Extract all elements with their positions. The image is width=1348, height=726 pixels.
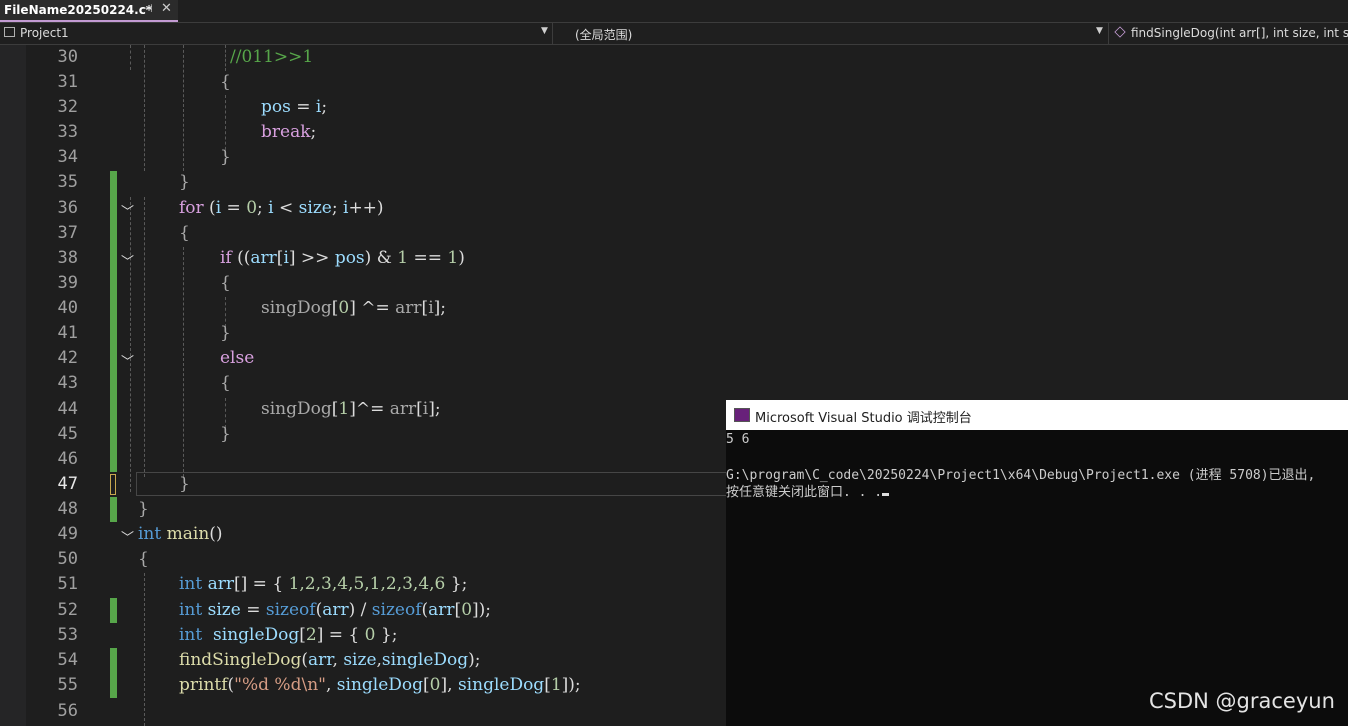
line-number: 41 xyxy=(57,323,78,343)
console-close-hint: 按任意键关闭此窗口. . . xyxy=(726,485,883,500)
code-text: singDog[0] ^= arr[i]; xyxy=(261,298,446,318)
tab-title: FileName20250224.c* xyxy=(4,3,153,17)
code-text: //011>>1 xyxy=(230,47,314,67)
chevron-down-icon: ▼ xyxy=(541,26,548,36)
tab-file[interactable]: FileName20250224.c* ⊣ ✕ xyxy=(0,0,178,22)
code-text: } xyxy=(220,424,231,444)
function-dropdown[interactable]: findSingleDog(int arr[], int size, int s… xyxy=(1109,23,1348,44)
code-text: } xyxy=(138,499,149,519)
console-app-icon xyxy=(734,408,750,422)
code-line: 30 //011>>1 xyxy=(0,45,1348,70)
console-title-bar[interactable]: Microsoft Visual Studio 调试控制台 xyxy=(726,400,1348,430)
code-line: 42 ﹀ else xyxy=(0,346,1348,371)
line-number: 56 xyxy=(57,701,78,721)
scope-label: (全局范围) xyxy=(575,28,633,42)
code-text: int singleDog[2] = { 0 }; xyxy=(179,625,398,645)
console-cursor xyxy=(882,493,890,496)
code-text: } xyxy=(220,147,231,167)
code-text: { xyxy=(179,223,190,243)
line-number: 51 xyxy=(57,574,78,594)
code-text: printf("%d %d\n", singleDog[0], singleDo… xyxy=(179,675,581,695)
chevron-down-icon[interactable]: ﹀ xyxy=(121,201,134,220)
console-output: 5 6 xyxy=(726,432,750,447)
line-number: 54 xyxy=(57,650,78,670)
pin-icon[interactable]: ⊣ xyxy=(143,2,153,15)
line-number: 30 xyxy=(57,47,78,67)
line-number: 36 xyxy=(57,198,78,218)
project-dropdown[interactable]: Project1 ▼ xyxy=(0,23,553,44)
code-line: 41 } xyxy=(0,321,1348,346)
console-close-hint-line: 按任意键关闭此窗口. . . xyxy=(726,481,890,500)
line-number: 49 xyxy=(57,524,78,544)
code-text: } xyxy=(179,474,190,494)
code-text: { xyxy=(220,373,231,393)
line-number: 40 xyxy=(57,298,78,318)
code-text: findSingleDog(arr, size,singleDog); xyxy=(179,650,481,670)
code-text: if ((arr[i] >> pos) & 1 == 1) xyxy=(220,248,465,268)
line-number: 37 xyxy=(57,223,78,243)
code-text: pos = i; xyxy=(261,97,328,117)
console-title: Microsoft Visual Studio 调试控制台 xyxy=(755,411,972,426)
line-number: 38 xyxy=(57,248,78,268)
line-number: 47 xyxy=(57,474,78,494)
line-number: 45 xyxy=(57,424,78,444)
code-line: 36 ﹀ for (i = 0; i < size; i++) xyxy=(0,196,1348,221)
chevron-down-icon: ▼ xyxy=(1096,26,1103,36)
code-text: for (i = 0; i < size; i++) xyxy=(179,198,384,218)
code-line: 43 { xyxy=(0,371,1348,396)
code-line: 40 singDog[0] ^= arr[i]; xyxy=(0,296,1348,321)
chevron-down-icon[interactable]: ﹀ xyxy=(121,351,134,370)
line-number: 50 xyxy=(57,549,78,569)
code-text: { xyxy=(138,549,149,569)
code-text: else xyxy=(220,348,255,368)
code-text: { xyxy=(220,273,231,293)
code-text: } xyxy=(179,172,190,192)
code-text: { xyxy=(220,72,231,92)
code-line: 32 pos = i; xyxy=(0,95,1348,120)
code-text: } xyxy=(220,323,231,343)
code-line: 35 } xyxy=(0,170,1348,195)
watermark: CSDN @graceyun xyxy=(1149,689,1335,713)
project-label: Project1 xyxy=(20,26,69,40)
code-text: int arr[] = { 1,2,3,4,5,1,2,3,4,6 }; xyxy=(179,574,468,594)
chevron-down-icon[interactable]: ﹀ xyxy=(121,527,134,546)
code-line: 34 } xyxy=(0,145,1348,170)
line-number: 32 xyxy=(57,97,78,117)
line-number: 35 xyxy=(57,172,78,192)
close-icon[interactable]: ✕ xyxy=(161,1,172,16)
line-number: 39 xyxy=(57,273,78,293)
line-number: 42 xyxy=(57,348,78,368)
code-line: 31 { xyxy=(0,70,1348,95)
line-number: 48 xyxy=(57,499,78,519)
code-text: int size = sizeof(arr) / sizeof(arr[0]); xyxy=(179,600,492,620)
line-number: 43 xyxy=(57,373,78,393)
code-line: 39 { xyxy=(0,271,1348,296)
line-number: 33 xyxy=(57,122,78,142)
chevron-down-icon[interactable]: ﹀ xyxy=(121,251,134,270)
line-number: 31 xyxy=(57,72,78,92)
line-number: 44 xyxy=(57,399,78,419)
line-number: 46 xyxy=(57,449,78,469)
code-text: int main() xyxy=(138,524,223,544)
code-line: 38 ﹀ if ((arr[i] >> pos) & 1 == 1) xyxy=(0,246,1348,271)
code-line: 37 { xyxy=(0,221,1348,246)
code-line: 33 break; xyxy=(0,120,1348,145)
line-number: 34 xyxy=(57,147,78,167)
tab-bar: FileName20250224.c* ⊣ ✕ xyxy=(0,0,1348,23)
code-text: break; xyxy=(261,122,317,142)
project-icon xyxy=(4,27,15,37)
code-text: singDog[1]^= arr[i]; xyxy=(261,399,441,419)
navigation-bar: Project1 ▼ (全局范围) ▼ findSingleDog(int ar… xyxy=(0,23,1348,45)
line-number: 55 xyxy=(57,675,78,695)
scope-dropdown[interactable]: (全局范围) ▼ xyxy=(553,23,1109,44)
function-icon xyxy=(1114,26,1126,38)
line-number: 53 xyxy=(57,625,78,645)
line-number: 52 xyxy=(57,600,78,620)
function-label: findSingleDog(int arr[], int size, int s… xyxy=(1131,26,1348,40)
debug-console-window[interactable]: Microsoft Visual Studio 调试控制台 5 6 G:\pro… xyxy=(726,400,1348,726)
